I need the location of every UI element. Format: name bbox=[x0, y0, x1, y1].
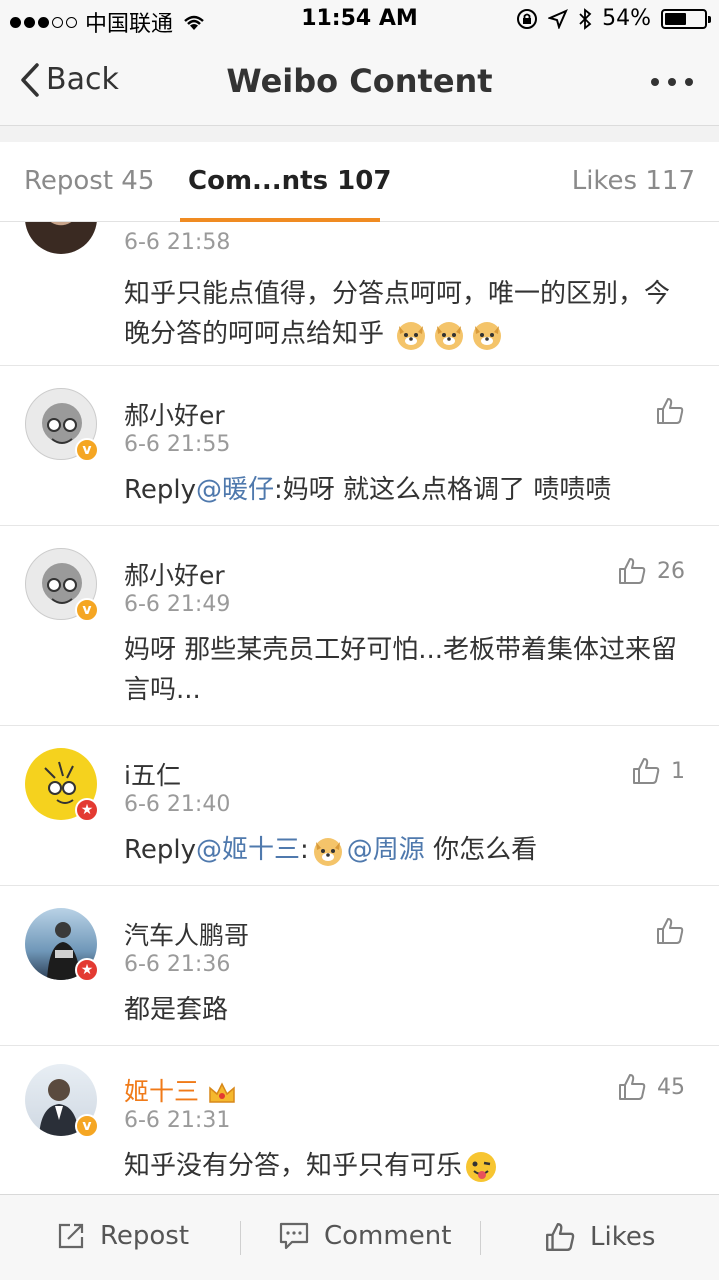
like-count: 1 bbox=[671, 758, 685, 784]
repost-icon bbox=[58, 1223, 84, 1249]
comment-author-name: 姬十三 bbox=[124, 1077, 200, 1106]
tab-comments[interactable]: Com...nts 107 bbox=[188, 166, 391, 196]
comment-text: 都是套路 bbox=[124, 995, 229, 1025]
thumbs-up-icon bbox=[546, 1223, 575, 1251]
section-gap bbox=[0, 126, 719, 142]
battery-percent: 54% bbox=[602, 6, 651, 31]
comment-text-content: 你怎么看 bbox=[424, 835, 538, 865]
like-button[interactable]: 26 bbox=[617, 556, 685, 586]
vip-crown-icon bbox=[209, 1082, 235, 1103]
thumbs-up-icon bbox=[633, 758, 660, 784]
like-button[interactable] bbox=[655, 396, 685, 426]
repost-label: Repost bbox=[100, 1221, 190, 1251]
comment-text: 妈呀 那些某壳员工好可怕...老板带着集体过来留言吗... bbox=[124, 635, 678, 705]
reply-prefix: Reply bbox=[124, 475, 197, 505]
comment-time: 6-6 21:49 bbox=[124, 592, 231, 617]
battery-icon bbox=[661, 8, 711, 29]
doge-emoji-icon bbox=[473, 321, 502, 350]
avatar[interactable] bbox=[25, 222, 97, 254]
battery-level bbox=[665, 12, 686, 25]
tongue-out-emoji-icon bbox=[466, 1151, 497, 1182]
comment-time: 6-6 21:40 bbox=[124, 792, 231, 817]
comment-time: 6-6 21:58 bbox=[124, 230, 231, 255]
comment-author[interactable]: i五仁 bbox=[124, 756, 181, 792]
likes-label: Likes bbox=[590, 1222, 656, 1252]
colon: : bbox=[300, 835, 309, 865]
comment-time: 6-6 21:36 bbox=[124, 952, 231, 977]
comment-item: v 姬十三 6-6 21:31 知乎没有分答，知乎只有可乐 45 bbox=[0, 1046, 719, 1194]
comment-list[interactable]: 6-6 21:58 知乎只能点值得，分答点呵呵，唯一的区别，今晚分答的呵呵点给知… bbox=[0, 222, 719, 1194]
like-button[interactable] bbox=[655, 916, 685, 946]
comment-icon bbox=[279, 1222, 309, 1250]
mention-link[interactable]: @周源 bbox=[347, 835, 425, 865]
back-button[interactable]: Back bbox=[20, 62, 119, 97]
like-count: 45 bbox=[657, 1074, 685, 1100]
bluetooth-icon bbox=[579, 7, 592, 30]
navigation-bar: Back Weibo Content bbox=[0, 40, 719, 126]
red-star-badge-icon: ★ bbox=[75, 798, 99, 822]
reply-prefix: Reply bbox=[124, 835, 197, 865]
verified-badge-icon: v bbox=[75, 438, 99, 462]
tab-likes[interactable]: Likes 117 bbox=[572, 166, 695, 196]
comment-label: Comment bbox=[324, 1221, 452, 1251]
toolbar-divider bbox=[480, 1221, 481, 1255]
bottom-toolbar: Repost Comment Likes bbox=[0, 1194, 719, 1280]
comment-item: ★ 汽车人鹏哥 6-6 21:36 都是套路 bbox=[0, 886, 719, 1046]
more-dot-icon bbox=[685, 78, 693, 86]
rotation-lock-icon bbox=[517, 8, 538, 29]
comment-time: 6-6 21:31 bbox=[124, 1108, 231, 1133]
comment-item: ★ i五仁 6-6 21:40 Reply@姬十三: @周源 你怎么看 1 bbox=[0, 726, 719, 886]
thumbs-up-icon bbox=[657, 398, 684, 424]
tab-bar: Repost 45 Com...nts 107 Likes 117 bbox=[0, 142, 719, 222]
comment-item: 6-6 21:58 知乎只能点值得，分答点呵呵，唯一的区别，今晚分答的呵呵点给知… bbox=[0, 222, 719, 366]
comment-time: 6-6 21:55 bbox=[124, 432, 231, 457]
comment-author[interactable]: 郝小好er bbox=[124, 556, 225, 592]
like-button[interactable]: 1 bbox=[631, 756, 685, 786]
status-bar: 中国联通 11:54 AM 54% bbox=[0, 0, 719, 40]
thumbs-up-icon bbox=[619, 1074, 646, 1100]
comment-text: 知乎只能点值得，分答点呵呵，唯一的区别，今晚分答的呵呵点给知乎 bbox=[124, 274, 684, 354]
comment-text: Reply@姬十三: @周源 你怎么看 bbox=[124, 830, 684, 870]
repost-button[interactable]: Repost bbox=[56, 1221, 189, 1251]
tab-repost[interactable]: Repost 45 bbox=[24, 166, 154, 196]
like-button[interactable]: 45 bbox=[617, 1072, 685, 1102]
comment-author[interactable]: 姬十三 bbox=[124, 1072, 237, 1108]
comment-author[interactable]: 汽车人鹏哥 bbox=[124, 916, 249, 952]
more-dot-icon bbox=[668, 78, 676, 86]
toolbar-divider bbox=[240, 1221, 241, 1255]
mention-link[interactable]: @暖仔 bbox=[196, 475, 274, 505]
more-dot-icon bbox=[651, 78, 659, 86]
comment-author[interactable]: 郝小好er bbox=[124, 396, 225, 432]
doge-emoji-icon bbox=[397, 321, 426, 350]
comment-text: 知乎没有分答，知乎只有可乐 bbox=[124, 1146, 684, 1186]
comment-text: Reply@暖仔:妈呀 就这么点格调了 啧啧啧 bbox=[124, 470, 684, 510]
like-post-button[interactable]: Likes bbox=[544, 1221, 655, 1253]
comment-text-content: 知乎没有分答，知乎只有可乐 bbox=[124, 1151, 463, 1181]
like-count: 26 bbox=[657, 558, 685, 584]
red-star-badge-icon: ★ bbox=[75, 958, 99, 982]
thumbs-up-icon bbox=[619, 558, 646, 584]
comment-button[interactable]: Comment bbox=[278, 1221, 451, 1251]
comment-item: v 郝小好er 6-6 21:55 Reply@暖仔:妈呀 就这么点格调了 啧啧… bbox=[0, 366, 719, 526]
location-icon bbox=[548, 8, 569, 29]
verified-badge-icon: v bbox=[75, 1114, 99, 1138]
status-right: 54% bbox=[516, 6, 711, 31]
comment-text-content: :妈呀 就这么点格调了 啧啧啧 bbox=[274, 475, 612, 505]
doge-emoji-icon bbox=[313, 837, 342, 866]
back-label: Back bbox=[46, 62, 119, 97]
doge-emoji-icon bbox=[435, 321, 464, 350]
thumbs-up-icon bbox=[657, 918, 684, 944]
comment-item: v 郝小好er 6-6 21:49 妈呀 那些某壳员工好可怕...老板带着集体过… bbox=[0, 526, 719, 726]
more-options-button[interactable] bbox=[651, 78, 693, 86]
chevron-left-icon bbox=[21, 62, 39, 97]
mention-link[interactable]: @姬十三 bbox=[196, 835, 300, 865]
verified-badge-icon: v bbox=[75, 598, 99, 622]
